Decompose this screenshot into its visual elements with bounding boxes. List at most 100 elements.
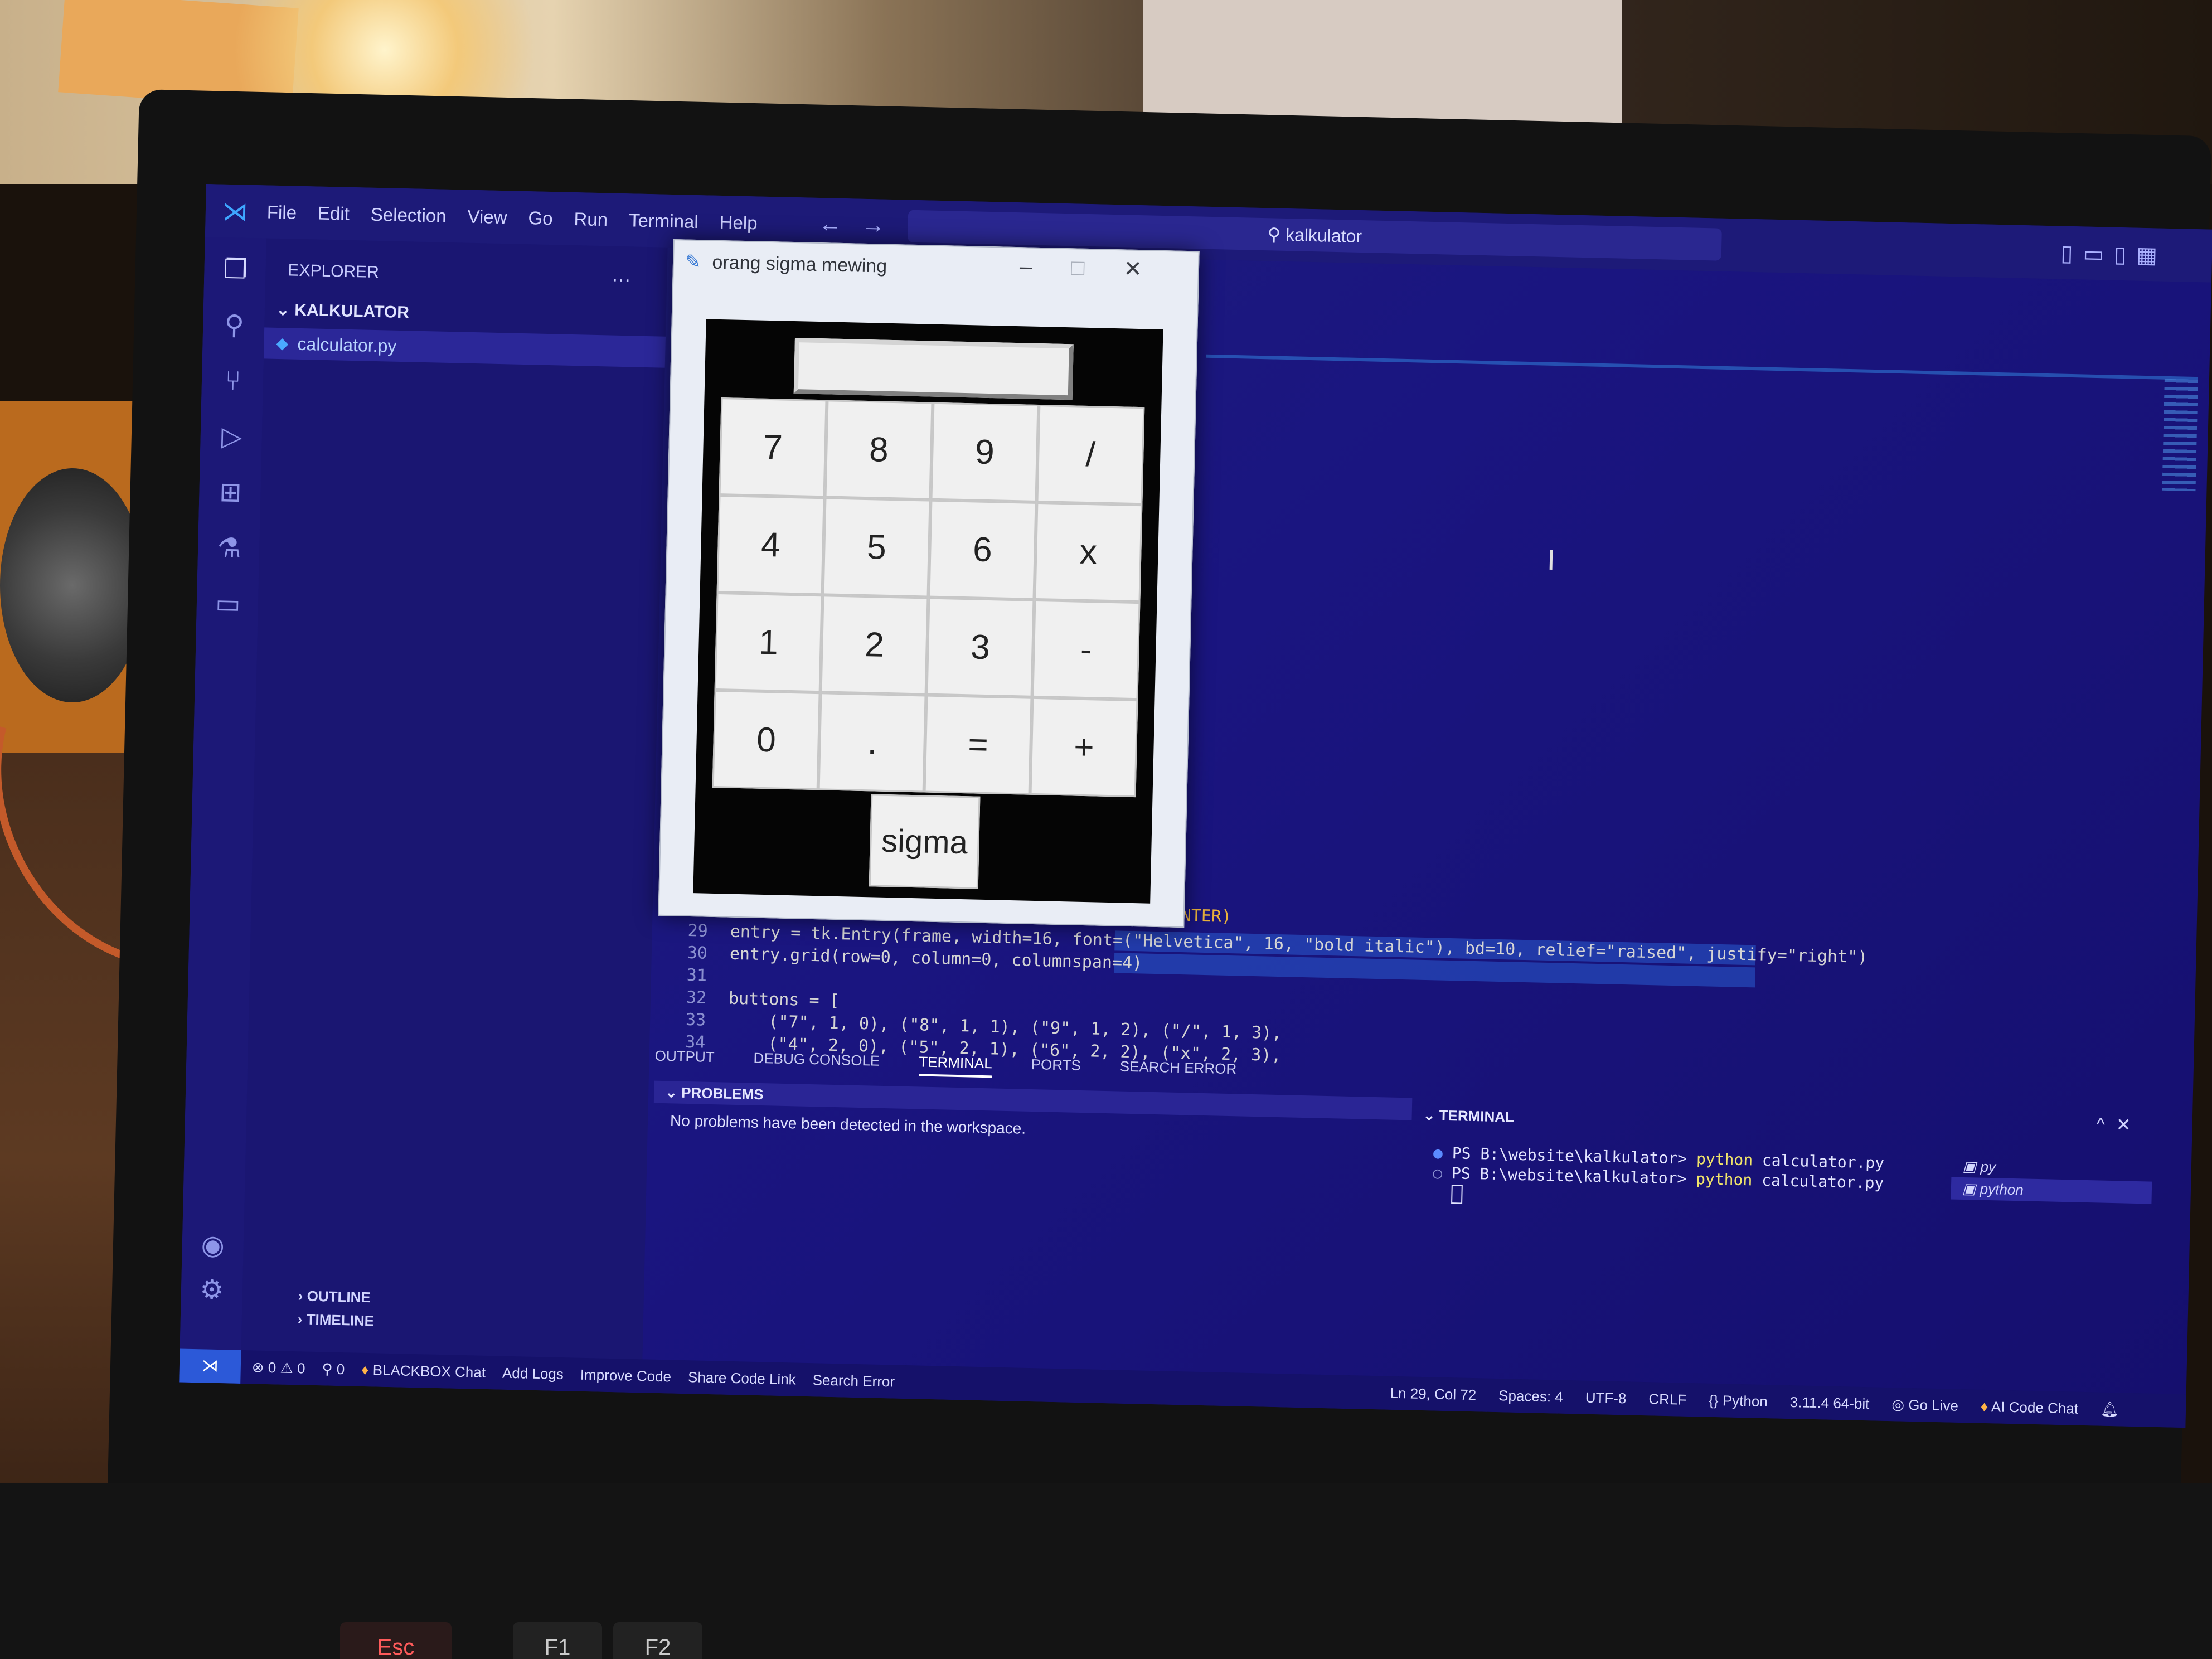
calc-button-divide[interactable]: / [1036, 404, 1145, 505]
problems-count[interactable]: ⊗ 0 ⚠ 0 [252, 1359, 305, 1377]
minimap[interactable] [2162, 379, 2198, 492]
toggle-panel-icon[interactable]: ▭ [2083, 241, 2114, 266]
tab-debug-console[interactable]: DEBUG CONSOLE [753, 1050, 880, 1075]
tab-search-error[interactable]: SEARCH ERROR [1119, 1058, 1236, 1084]
line-ending[interactable]: CRLF [1648, 1390, 1687, 1409]
line-number: 29 [687, 920, 709, 941]
key-f1[interactable]: F1 [513, 1622, 602, 1659]
improve-code[interactable]: Improve Code [580, 1366, 671, 1385]
share-code-link[interactable]: Share Code Link [688, 1369, 796, 1388]
terminal-instance[interactable]: ▣ python [1951, 1177, 2152, 1204]
calculator-titlebar[interactable]: ✎ orang sigma mewing [685, 251, 887, 278]
calculator-window: ✎ orang sigma mewing –□✕ 7 8 9 / 4 5 6 x … [658, 239, 1200, 928]
outline-label: OUTLINE [307, 1287, 371, 1306]
line-number: 33 [685, 1010, 706, 1030]
source-control-icon[interactable]: ⑂ [217, 366, 249, 397]
search-view-icon[interactable]: ⚲ [219, 310, 250, 342]
testing-flask-icon[interactable]: ⚗ [214, 532, 245, 564]
calc-button-4[interactable]: 4 [716, 495, 825, 595]
calc-button-2[interactable]: 2 [820, 595, 929, 695]
calculator-frame: 7 8 9 / 4 5 6 x 1 2 3 - 0 . = + sigma [693, 319, 1163, 904]
terminal-output[interactable]: ● PS B:\website\kalkulator> python calcu… [1432, 1143, 1884, 1213]
more-actions-icon[interactable]: … [611, 263, 632, 287]
calc-button-subtract[interactable]: - [1032, 599, 1141, 700]
account-icon[interactable]: ◉ [197, 1229, 229, 1261]
chat-icon[interactable]: ▭ [212, 588, 244, 620]
calc-button-decimal[interactable]: . [818, 692, 926, 793]
tab-ports[interactable]: PORTS [1031, 1056, 1081, 1080]
layout-controls: ▯▭▯▦ [2060, 241, 2168, 269]
terminal-header[interactable]: ⌄ TERMINAL [1423, 1104, 2148, 1142]
key-esc[interactable]: Esc [340, 1622, 452, 1659]
minimize-icon[interactable]: – [1020, 254, 1071, 280]
terminal-instance-label: python [1980, 1180, 2024, 1199]
cursor-position[interactable]: Ln 29, Col 72 [1390, 1384, 1476, 1404]
indentation[interactable]: Spaces: 4 [1498, 1387, 1563, 1406]
gear-icon[interactable]: ⚙ [196, 1274, 227, 1306]
calc-button-3[interactable]: 3 [926, 597, 1035, 697]
menu-file[interactable]: File [266, 201, 297, 223]
timeline-section[interactable]: › TIMELINE [297, 1311, 375, 1330]
search-error[interactable]: Search Error [812, 1371, 895, 1390]
calc-button-7[interactable]: 7 [719, 397, 827, 498]
add-logs[interactable]: Add Logs [502, 1364, 564, 1382]
language-mode[interactable]: {} Python [1709, 1391, 1768, 1410]
sigma-button[interactable]: sigma [869, 794, 981, 889]
calc-button-8[interactable]: 8 [824, 400, 933, 500]
explorer-files-icon[interactable]: ❐ [220, 254, 251, 286]
maximize-icon[interactable]: □ [1071, 255, 1124, 281]
calc-button-5[interactable]: 5 [822, 497, 931, 598]
nav-arrows: ← → [818, 210, 885, 239]
menu-edit[interactable]: Edit [318, 202, 350, 224]
tab-terminal[interactable]: TERMINAL [918, 1053, 993, 1078]
timeline-label: TIMELINE [306, 1311, 375, 1330]
menu-go[interactable]: Go [528, 207, 553, 229]
menu-help[interactable]: Help [719, 211, 758, 234]
python-interpreter[interactable]: 3.11.4 64-bit [1789, 1394, 1870, 1413]
chevron-down-icon: ⌄ [275, 300, 295, 319]
blackbox-chat[interactable]: ♦ BLACKBOX Chat [361, 1361, 486, 1381]
explorer-sidebar: EXPLORER … ⌄ KALKULATOR ◆ calculator.py … [240, 238, 668, 1390]
vscode-logo-icon: ⋊ [222, 196, 249, 226]
blackbox-chat-label: BLACKBOX Chat [372, 1361, 486, 1381]
notifications-bell-icon[interactable]: 🔔︎ [2101, 1400, 2119, 1418]
ports-count[interactable]: ⚲ 0 [322, 1360, 345, 1378]
menu-selection[interactable]: Selection [370, 203, 447, 226]
menu-terminal[interactable]: Terminal [629, 210, 699, 232]
terminal-command: python [1696, 1149, 1753, 1170]
close-icon[interactable]: ✕ [1123, 256, 1181, 282]
file-calculator-py[interactable]: ◆ calculator.py [263, 327, 666, 368]
forward-arrow-icon[interactable]: → [861, 211, 885, 238]
calculator-display-entry[interactable] [793, 338, 1074, 400]
back-arrow-icon[interactable]: ← [818, 210, 842, 237]
maximize-panel-icon[interactable]: ^ [2096, 1114, 2116, 1134]
calc-button-1[interactable]: 1 [714, 592, 823, 693]
toggle-secondary-sidebar-icon[interactable]: ▯ [2114, 242, 2137, 268]
terminal-label: TERMINAL [1439, 1107, 1515, 1126]
problems-message: No problems have been detected in the wo… [670, 1112, 1026, 1137]
extensions-icon[interactable]: ⊞ [215, 477, 246, 509]
encoding[interactable]: UTF-8 [1585, 1389, 1626, 1407]
editor-line-highlight [1206, 354, 2199, 381]
calc-button-6[interactable]: 6 [928, 499, 1037, 600]
key-f2[interactable]: F2 [613, 1622, 702, 1659]
calc-button-9[interactable]: 9 [930, 402, 1039, 502]
calc-button-0[interactable]: 0 [712, 690, 821, 790]
menu-run[interactable]: Run [574, 208, 608, 230]
calc-button-multiply[interactable]: x [1034, 502, 1143, 603]
close-panel-icon[interactable]: ✕ [2116, 1114, 2142, 1135]
calc-button-add[interactable]: + [1030, 697, 1138, 798]
calc-button-equals[interactable]: = [924, 695, 1032, 795]
tab-output[interactable]: OUTPUT [654, 1047, 715, 1071]
menu-view[interactable]: View [467, 206, 507, 228]
run-debug-icon[interactable]: ▷ [216, 421, 248, 453]
flame-icon: ♦ [1980, 1398, 1992, 1415]
customize-layout-icon[interactable]: ▦ [2136, 243, 2168, 268]
toggle-sidebar-icon[interactable]: ▯ [2060, 241, 2083, 266]
folder-kalkulator[interactable]: ⌄ KALKULATOR [276, 300, 410, 322]
ai-code-chat[interactable]: ♦ AI Code Chat [1981, 1398, 2079, 1417]
go-live[interactable]: ◎ Go Live [1891, 1396, 1958, 1415]
outline-section[interactable]: › OUTLINE [298, 1287, 371, 1306]
terminal-icon: ▣ [1962, 1157, 1981, 1175]
remote-indicator-icon[interactable]: ⋊ [179, 1348, 241, 1384]
